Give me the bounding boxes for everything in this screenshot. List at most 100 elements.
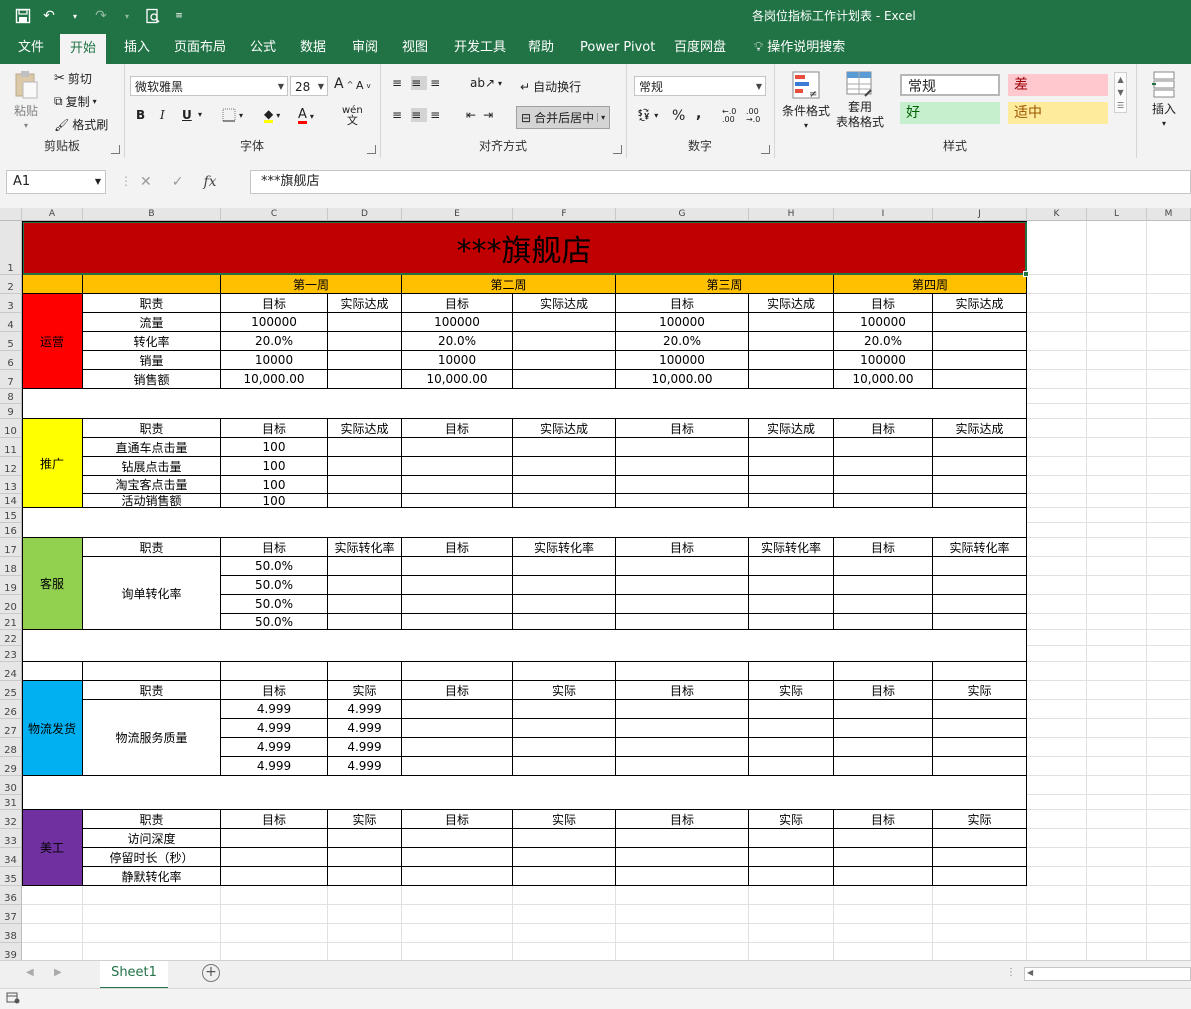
actual-cell[interactable] bbox=[749, 719, 834, 738]
target-cell[interactable] bbox=[834, 576, 933, 595]
target-cell[interactable] bbox=[402, 867, 513, 886]
section-head-cell[interactable]: 目标 bbox=[616, 681, 749, 700]
section-head-cell[interactable]: 实际 bbox=[328, 681, 402, 700]
actual-cell[interactable] bbox=[513, 848, 616, 867]
sheet-scroll-right-icon[interactable]: ▶ bbox=[54, 967, 62, 978]
column-header-D[interactable]: D bbox=[328, 208, 402, 221]
target-cell[interactable] bbox=[402, 719, 513, 738]
tab-file[interactable]: 文件 bbox=[14, 32, 48, 64]
actual-cell[interactable]: 4.999 bbox=[328, 757, 402, 776]
actual-cell[interactable] bbox=[328, 595, 402, 614]
section-spacer[interactable] bbox=[22, 389, 1027, 419]
target-cell[interactable] bbox=[402, 700, 513, 719]
align-top-icon[interactable]: ≡ bbox=[392, 76, 408, 90]
tab-insert[interactable]: 插入 bbox=[120, 32, 154, 64]
column-header-E[interactable]: E bbox=[402, 208, 513, 221]
target-cell[interactable] bbox=[402, 757, 513, 776]
empty-cell[interactable] bbox=[221, 662, 328, 681]
formula-bar-splitter-icon[interactable]: ⋮ bbox=[120, 174, 132, 188]
row-header-23[interactable]: 23 bbox=[0, 646, 22, 662]
undo-dropdown-icon[interactable]: ▾ bbox=[66, 6, 84, 26]
grow-font-button[interactable]: A ^ bbox=[334, 76, 353, 92]
column-header-G[interactable]: G bbox=[616, 208, 749, 221]
target-cell[interactable] bbox=[834, 476, 933, 494]
customize-qat-icon[interactable]: ≡ bbox=[170, 6, 188, 26]
section-head-cell[interactable]: 职责 bbox=[83, 810, 221, 829]
actual-cell[interactable] bbox=[328, 370, 402, 389]
section-head-cell[interactable]: 目标 bbox=[402, 810, 513, 829]
column-header-L[interactable]: L bbox=[1087, 208, 1147, 221]
target-cell[interactable] bbox=[402, 457, 513, 476]
row-header-24[interactable]: 24 bbox=[0, 662, 22, 681]
section-head-cell[interactable]: 目标 bbox=[834, 810, 933, 829]
metric-label[interactable]: 转化率 bbox=[83, 332, 221, 351]
font-launcher-icon[interactable] bbox=[367, 145, 376, 154]
metric-label[interactable]: 销售额 bbox=[83, 370, 221, 389]
target-cell[interactable]: 100 bbox=[221, 457, 328, 476]
actual-cell[interactable] bbox=[749, 757, 834, 776]
actual-cell[interactable] bbox=[749, 332, 834, 351]
row-header-11[interactable]: 11 bbox=[0, 438, 22, 457]
section-head-cell[interactable]: 目标 bbox=[834, 419, 933, 438]
metric-label[interactable]: 静默转化率 bbox=[83, 867, 221, 886]
format-as-table-button[interactable]: 套用 表格格式 bbox=[836, 70, 884, 130]
tab-data[interactable]: 数据 bbox=[296, 32, 330, 64]
target-cell[interactable] bbox=[616, 457, 749, 476]
actual-cell[interactable] bbox=[749, 738, 834, 757]
align-middle-icon[interactable]: ≡ bbox=[411, 76, 428, 90]
row-header-2[interactable]: 2 bbox=[0, 275, 22, 294]
target-cell[interactable]: 4.999 bbox=[221, 738, 328, 757]
actual-cell[interactable] bbox=[933, 614, 1027, 630]
target-cell[interactable]: 50.0% bbox=[221, 557, 328, 576]
style-bad[interactable]: 差 bbox=[1008, 74, 1108, 96]
actual-cell[interactable] bbox=[513, 457, 616, 476]
target-cell[interactable]: 100000 bbox=[834, 313, 933, 332]
section-head-cell[interactable]: 实际转化率 bbox=[328, 538, 402, 557]
actual-cell[interactable] bbox=[933, 829, 1027, 848]
align-left-icon[interactable]: ≡ bbox=[392, 108, 408, 122]
target-cell[interactable]: 4.999 bbox=[221, 719, 328, 738]
actual-cell[interactable] bbox=[933, 576, 1027, 595]
actual-cell[interactable] bbox=[513, 614, 616, 630]
metric-label[interactable]: 销量 bbox=[83, 351, 221, 370]
row-header-35[interactable]: 35 bbox=[0, 867, 22, 886]
empty-cell[interactable] bbox=[616, 662, 749, 681]
tab-formulas[interactable]: 公式 bbox=[246, 32, 280, 64]
target-cell[interactable] bbox=[402, 438, 513, 457]
section-name-cs[interactable]: 客服 bbox=[22, 538, 83, 630]
section-head-cell[interactable]: 实际 bbox=[933, 681, 1027, 700]
target-cell[interactable] bbox=[221, 848, 328, 867]
merge-center-button[interactable]: ⊟ 合并后居中 ▾ bbox=[516, 106, 611, 129]
target-cell[interactable] bbox=[402, 614, 513, 630]
actual-cell[interactable] bbox=[328, 332, 402, 351]
tab-view[interactable]: 视图 bbox=[398, 32, 432, 64]
week-header[interactable]: 第二周 bbox=[402, 275, 616, 294]
section-head-cell[interactable]: 职责 bbox=[83, 419, 221, 438]
section-head-cell[interactable]: 实际 bbox=[513, 681, 616, 700]
section-head-cell[interactable]: 实际达成 bbox=[328, 419, 402, 438]
sheet-tab-sheet1[interactable]: Sheet1 bbox=[100, 961, 168, 989]
paste-button[interactable]: 粘贴 ▾ bbox=[12, 70, 40, 130]
tab-baidu-netdisk[interactable]: 百度网盘 bbox=[670, 32, 730, 64]
target-cell[interactable] bbox=[616, 557, 749, 576]
row-header-9[interactable]: 9 bbox=[0, 404, 22, 419]
actual-cell[interactable] bbox=[328, 829, 402, 848]
column-header-A[interactable]: A bbox=[22, 208, 83, 221]
actual-cell[interactable] bbox=[933, 476, 1027, 494]
row-header-5[interactable]: 5 bbox=[0, 332, 22, 351]
actual-cell[interactable] bbox=[513, 700, 616, 719]
row-header-28[interactable]: 28 bbox=[0, 738, 22, 757]
row-header-19[interactable]: 19 bbox=[0, 576, 22, 595]
target-cell[interactable] bbox=[402, 829, 513, 848]
section-head-cell[interactable]: 实际达成 bbox=[933, 294, 1027, 313]
actual-cell[interactable] bbox=[749, 867, 834, 886]
bold-button[interactable]: B bbox=[136, 108, 145, 122]
tab-developer[interactable]: 开发工具 bbox=[450, 32, 510, 64]
formula-input[interactable]: ***旗舰店 bbox=[250, 170, 1191, 194]
scroll-down-icon[interactable]: ▼ bbox=[1118, 88, 1124, 97]
actual-cell[interactable] bbox=[513, 351, 616, 370]
section-head-cell[interactable]: 目标 bbox=[616, 419, 749, 438]
underline-dropdown-icon[interactable]: ▾ bbox=[198, 110, 202, 119]
actual-cell[interactable] bbox=[749, 595, 834, 614]
section-head-cell[interactable]: 职责 bbox=[83, 538, 221, 557]
